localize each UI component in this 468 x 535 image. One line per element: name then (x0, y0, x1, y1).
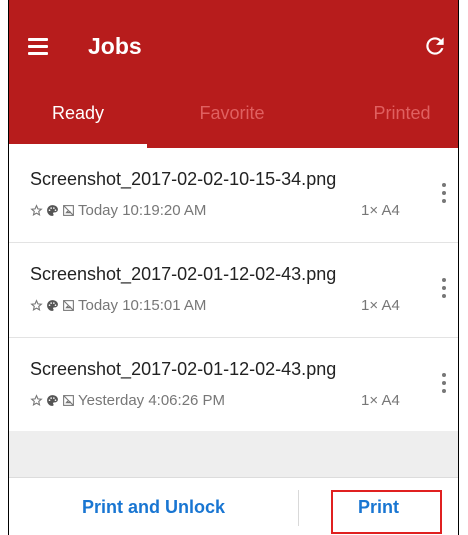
print-and-unlock-button[interactable]: Print and Unlock (9, 478, 298, 535)
job-copies: 1× A4 (361, 202, 400, 219)
star-outline-icon[interactable] (30, 204, 43, 217)
palette-icon (46, 299, 59, 312)
print-button[interactable]: Print (299, 478, 458, 535)
app-bar: Jobs Ready Favorite Printed (9, 0, 458, 148)
more-vert-icon[interactable] (440, 371, 448, 397)
job-list: Screenshot_2017-02-02-10-15-34.png Today… (9, 148, 458, 433)
star-outline-icon[interactable] (30, 394, 43, 407)
list-empty-area (9, 431, 458, 477)
tab-ready-label: Ready (51, 103, 105, 123)
more-vert-icon[interactable] (440, 181, 448, 207)
no-photo-icon (62, 299, 75, 312)
no-photo-icon (62, 204, 75, 217)
app-screen: Jobs Ready Favorite Printed Screenshot_2… (9, 0, 458, 535)
tab-bar: Ready Favorite Printed (9, 98, 458, 148)
job-time: Yesterday 4:06:26 PM (78, 392, 226, 409)
page-title: Jobs (88, 33, 142, 59)
no-photo-icon (62, 394, 75, 407)
job-list-item[interactable]: Screenshot_2017-02-02-10-15-34.png Today… (9, 148, 458, 243)
job-meta: Today 10:15:01 AM (30, 297, 206, 314)
job-copies: 1× A4 (361, 297, 400, 314)
job-filename: Screenshot_2017-02-01-12-02-43.png (30, 264, 337, 284)
palette-icon (46, 394, 59, 407)
tab-ready[interactable]: Ready (9, 98, 147, 148)
job-time: Today 10:19:20 AM (78, 202, 207, 219)
tab-favorite-label: Favorite (199, 103, 265, 123)
job-meta: Yesterday 4:06:26 PM (30, 392, 225, 409)
job-filename: Screenshot_2017-02-02-10-15-34.png (30, 169, 337, 189)
job-list-item[interactable]: Screenshot_2017-02-01-12-02-43.png Yeste… (9, 338, 458, 433)
tab-favorite[interactable]: Favorite (147, 98, 317, 148)
bottom-action-bar: Print and Unlock Print (9, 477, 458, 535)
more-vert-icon[interactable] (440, 276, 448, 302)
toolbar: Jobs (9, 0, 458, 98)
job-list-item[interactable]: Screenshot_2017-02-01-12-02-43.png Today… (9, 243, 458, 338)
hamburger-menu-icon[interactable] (26, 33, 52, 59)
screenshot-frame: Jobs Ready Favorite Printed Screenshot_2… (0, 0, 468, 535)
job-copies: 1× A4 (361, 392, 400, 409)
star-outline-icon[interactable] (30, 299, 43, 312)
refresh-icon[interactable] (422, 33, 448, 59)
frame-border-right (458, 0, 459, 535)
job-filename: Screenshot_2017-02-01-12-02-43.png (30, 359, 337, 379)
job-meta: Today 10:19:20 AM (30, 202, 206, 219)
job-time: Today 10:15:01 AM (78, 297, 207, 314)
palette-icon (46, 204, 59, 217)
tab-printed[interactable]: Printed (317, 98, 458, 148)
tab-printed-label: Printed (373, 103, 431, 123)
